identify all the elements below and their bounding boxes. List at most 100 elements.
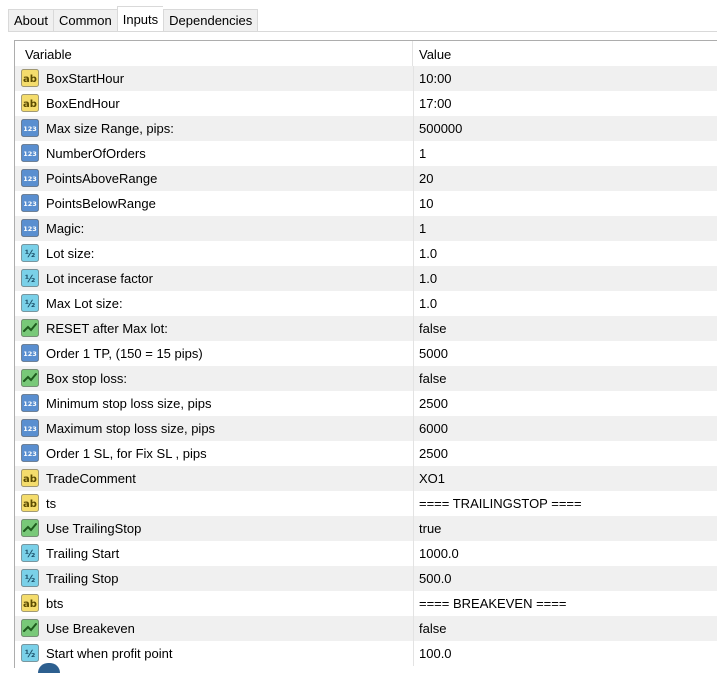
table-row[interactable]: ½ Max Lot size: 1.0: [15, 291, 717, 316]
variable-name: TradeComment: [46, 471, 136, 486]
variable-value[interactable]: false: [419, 366, 446, 391]
table-row[interactable]: 123 Minimum stop loss size, pips 2500: [15, 391, 717, 416]
variable-value[interactable]: false: [419, 316, 446, 341]
table-body: ab BoxStartHour 10:00 ab BoxEndHour 17:00 123 M…: [15, 66, 717, 666]
variable-name: Order 1 SL, for Fix SL , pips: [46, 446, 207, 461]
svg-text:123: 123: [23, 425, 37, 433]
svg-text:ab: ab: [23, 74, 37, 85]
integer-type-icon: 123: [21, 194, 39, 212]
column-separator: [413, 291, 414, 316]
variable-value[interactable]: 1000.0: [419, 541, 459, 566]
variable-name: Order 1 TP, (150 = 15 pips): [46, 346, 203, 361]
table-row[interactable]: ab TradeComment XO1: [15, 466, 717, 491]
table-row[interactable]: ab ts ==== TRAILINGSTOP ====: [15, 491, 717, 516]
variable-name: Minimum stop loss size, pips: [46, 396, 212, 411]
table-row[interactable]: 123 PointsAboveRange 20: [15, 166, 717, 191]
table-row[interactable]: 123 Maximum stop loss size, pips 6000: [15, 416, 717, 441]
table-row[interactable]: Use TrailingStop true: [15, 516, 717, 541]
double-type-icon: ½: [21, 644, 39, 662]
column-separator: [413, 391, 414, 416]
integer-type-icon: 123: [21, 119, 39, 137]
table-row[interactable]: RESET after Max lot: false: [15, 316, 717, 341]
tab-common[interactable]: Common: [52, 9, 117, 32]
variable-value[interactable]: ==== BREAKEVEN ====: [419, 591, 566, 616]
variable-name: BoxStartHour: [46, 71, 125, 86]
variable-value[interactable]: 1: [419, 141, 426, 166]
svg-text:½: ½: [25, 549, 35, 560]
svg-text:½: ½: [25, 274, 35, 285]
table-row[interactable]: 123 PointsBelowRange 10: [15, 191, 717, 216]
column-separator: [413, 66, 414, 91]
table-row[interactable]: ½ Trailing Stop 500.0: [15, 566, 717, 591]
variable-value[interactable]: false: [419, 616, 446, 641]
double-type-icon: ½: [21, 544, 39, 562]
table-row[interactable]: ½ Lot size: 1.0: [15, 241, 717, 266]
column-header-variable[interactable]: Variable: [15, 41, 413, 66]
tab-inputs[interactable]: Inputs: [116, 6, 164, 31]
table-row[interactable]: 123 Order 1 SL, for Fix SL , pips 2500: [15, 441, 717, 466]
double-type-icon: ½: [21, 244, 39, 262]
column-separator: [413, 166, 414, 191]
variable-value[interactable]: 17:00: [419, 91, 452, 116]
variable-name: Start when profit point: [46, 646, 173, 661]
svg-text:123: 123: [23, 150, 37, 158]
variable-name: PointsBelowRange: [46, 196, 156, 211]
variable-value[interactable]: true: [419, 516, 441, 541]
variable-value[interactable]: ==== TRAILINGSTOP ====: [419, 491, 582, 516]
variable-value[interactable]: 6000: [419, 416, 448, 441]
double-type-icon: ½: [21, 569, 39, 587]
tab-dependencies[interactable]: Dependencies: [163, 9, 259, 32]
integer-type-icon: 123: [21, 394, 39, 412]
string-type-icon: ab: [21, 469, 39, 487]
variable-value[interactable]: 500000: [419, 116, 462, 141]
column-separator: [413, 466, 414, 491]
integer-type-icon: 123: [21, 219, 39, 237]
table-row[interactable]: 123 Order 1 TP, (150 = 15 pips) 5000: [15, 341, 717, 366]
variable-value[interactable]: XO1: [419, 466, 445, 491]
variable-value[interactable]: 5000: [419, 341, 448, 366]
svg-text:½: ½: [25, 574, 35, 585]
table-row[interactable]: ab BoxStartHour 10:00: [15, 66, 717, 91]
variable-value[interactable]: 1.0: [419, 241, 437, 266]
svg-text:123: 123: [23, 175, 37, 183]
variable-name: PointsAboveRange: [46, 171, 158, 186]
variable-value[interactable]: 2500: [419, 441, 448, 466]
variable-value[interactable]: 100.0: [419, 641, 452, 666]
variable-value[interactable]: 10:00: [419, 66, 452, 91]
double-type-icon: ½: [21, 294, 39, 312]
table-row[interactable]: Use Breakeven false: [15, 616, 717, 641]
svg-text:123: 123: [23, 225, 37, 233]
variable-value[interactable]: 1.0: [419, 291, 437, 316]
variable-value[interactable]: 1: [419, 216, 426, 241]
boolean-type-icon: [21, 319, 39, 337]
double-type-icon: ½: [21, 269, 39, 287]
variable-value[interactable]: 20: [419, 166, 433, 191]
variable-value[interactable]: 10: [419, 191, 433, 216]
variable-value[interactable]: 2500: [419, 391, 448, 416]
inputs-table: Variable Value ab BoxStartHour 10:00 ab BoxE…: [14, 40, 717, 668]
table-row[interactable]: ab BoxEndHour 17:00: [15, 91, 717, 116]
tab-divider: [8, 31, 717, 32]
table-row[interactable]: ½ Lot incerase factor 1.0: [15, 266, 717, 291]
table-row[interactable]: ab bts ==== BREAKEVEN ====: [15, 591, 717, 616]
variable-name: Max size Range, pips:: [46, 121, 174, 136]
column-separator: [413, 516, 414, 541]
table-row[interactable]: 123 Max size Range, pips: 500000: [15, 116, 717, 141]
column-separator: [413, 91, 414, 116]
variable-value[interactable]: 1.0: [419, 266, 437, 291]
table-row[interactable]: ½ Start when profit point 100.0: [15, 641, 717, 666]
svg-text:½: ½: [25, 249, 35, 260]
column-separator: [413, 141, 414, 166]
variable-name: NumberOfOrders: [46, 146, 146, 161]
tab-bar: About Common Inputs Dependencies: [0, 0, 717, 32]
table-row[interactable]: 123 Magic: 1: [15, 216, 717, 241]
variable-name: Use Breakeven: [46, 621, 135, 636]
column-header-value[interactable]: Value: [413, 41, 717, 66]
table-row[interactable]: Box stop loss: false: [15, 366, 717, 391]
table-row[interactable]: 123 NumberOfOrders 1: [15, 141, 717, 166]
tab-about[interactable]: About: [8, 9, 53, 32]
table-row[interactable]: ½ Trailing Start 1000.0: [15, 541, 717, 566]
variable-name: BoxEndHour: [46, 96, 120, 111]
integer-type-icon: 123: [21, 144, 39, 162]
variable-value[interactable]: 500.0: [419, 566, 452, 591]
